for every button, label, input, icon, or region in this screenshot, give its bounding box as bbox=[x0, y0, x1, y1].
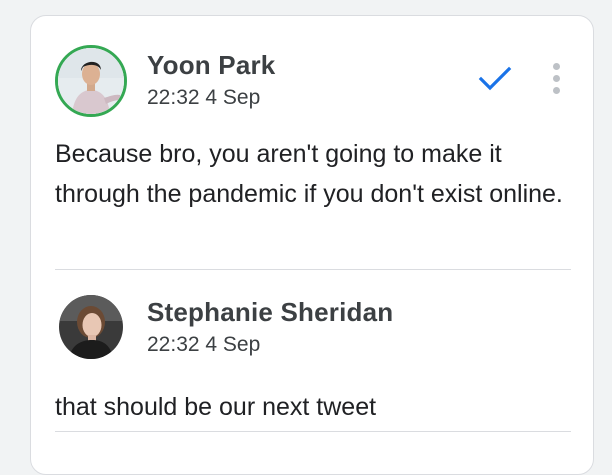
avatar-photo bbox=[59, 295, 123, 359]
comment-item: Yoon Park 22:32 4 Sep Because bro, you a… bbox=[31, 16, 593, 271]
comment-text: that should be our next tweet bbox=[55, 393, 377, 421]
more-options-button[interactable] bbox=[541, 56, 571, 100]
checkmark-icon bbox=[478, 66, 512, 91]
comment-thread-card: Yoon Park 22:32 4 Sep Because bro, you a… bbox=[30, 15, 594, 475]
resolve-button[interactable] bbox=[473, 56, 517, 100]
comment-author: Stephanie Sheridan bbox=[147, 297, 394, 327]
more-vert-icon-dot bbox=[552, 74, 560, 82]
comment-text: Because bro, you aren't going to make it… bbox=[55, 140, 563, 208]
avatar-photo bbox=[58, 48, 124, 114]
comment-divider bbox=[55, 431, 571, 432]
comment-timestamp: 22:32 4 Sep bbox=[147, 86, 261, 109]
comment-author: Yoon Park bbox=[147, 50, 276, 80]
more-vert-icon bbox=[552, 62, 560, 70]
comment-item: Stephanie Sheridan 22:32 4 Sep that shou… bbox=[31, 271, 593, 451]
comment-timestamp: 22:32 4 Sep bbox=[147, 333, 261, 356]
avatar[interactable] bbox=[59, 295, 123, 359]
comment-divider bbox=[55, 269, 571, 270]
more-vert-icon-dot bbox=[552, 86, 560, 94]
avatar[interactable] bbox=[55, 45, 127, 117]
